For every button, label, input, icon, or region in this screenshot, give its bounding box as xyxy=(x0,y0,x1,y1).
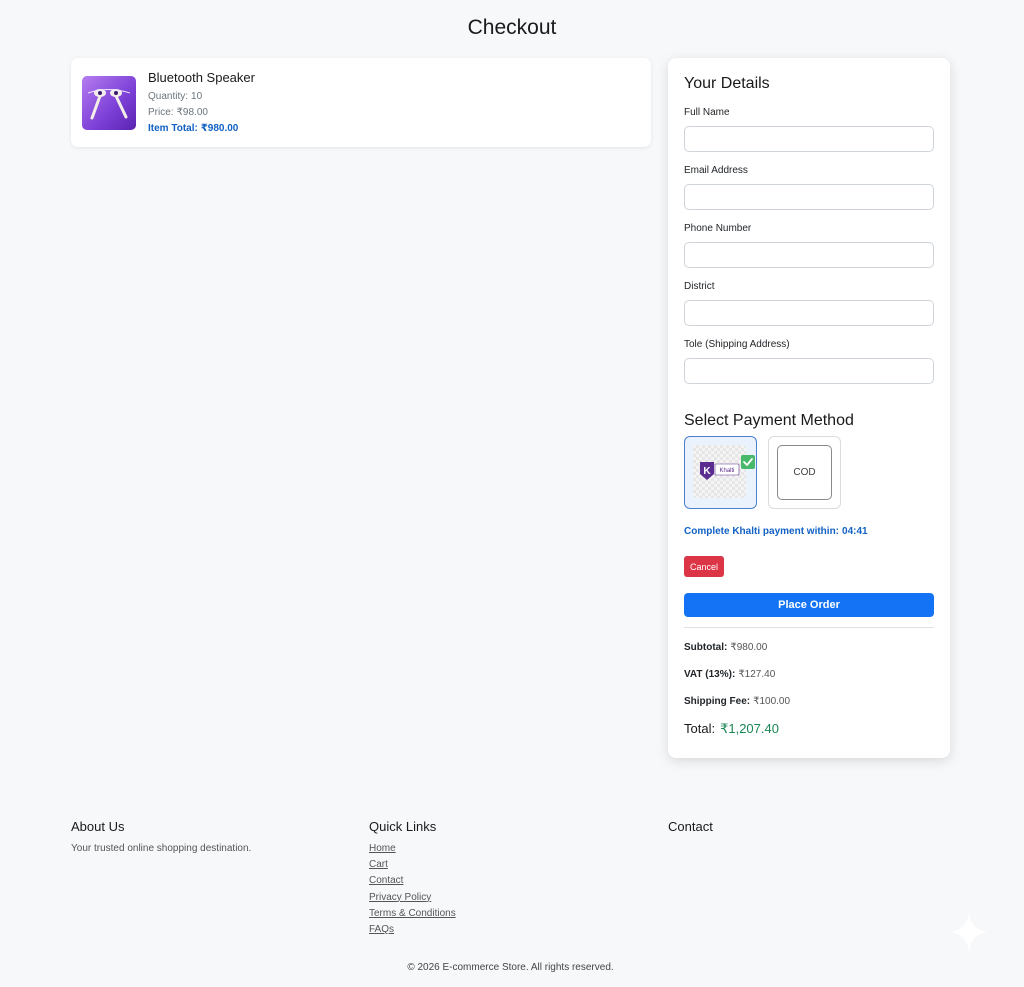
email-input[interactable] xyxy=(684,184,934,210)
khalti-wordmark: Khalti xyxy=(719,468,734,474)
email-label: Email Address xyxy=(684,165,748,176)
subtotal-row: Subtotal: ₹980.00 xyxy=(684,642,767,653)
details-heading: Your Details xyxy=(684,75,770,92)
footer-quick-links: Home Cart Contact Privacy Policy Terms &… xyxy=(369,843,456,940)
tole-label: Tole (Shipping Address) xyxy=(684,339,790,350)
district-label: District xyxy=(684,281,715,292)
product-price: Price: ₹98.00 xyxy=(148,107,208,118)
checkout-details-panel: Your Details Full Name Email Address Pho… xyxy=(668,58,950,758)
khalti-logo: K Khalti xyxy=(693,445,755,498)
sparkle-icon xyxy=(950,912,988,952)
footer-about-text: Your trusted online shopping destination… xyxy=(71,843,252,854)
phone-input[interactable] xyxy=(684,242,934,268)
item-total-label: Item Total: xyxy=(148,123,198,134)
total-row: Total: ₹1,207.40 xyxy=(684,721,779,737)
vat-row: VAT (13%): ₹127.40 xyxy=(684,669,775,680)
footer-link-home[interactable]: Home xyxy=(369,843,396,854)
item-total: Item Total: ₹980.00 xyxy=(148,123,238,134)
product-name: Bluetooth Speaker xyxy=(148,70,255,85)
shipping-value: ₹100.00 xyxy=(753,696,791,707)
product-quantity: Quantity: 10 xyxy=(148,91,202,102)
cart-item-card: Bluetooth Speaker Quantity: 10 Price: ₹9… xyxy=(71,58,651,147)
shipping-row: Shipping Fee: ₹100.00 xyxy=(684,696,790,707)
place-order-button[interactable]: Place Order xyxy=(684,593,934,617)
total-value: ₹1,207.40 xyxy=(720,721,779,736)
price-label: Price: xyxy=(148,107,174,118)
quantity-label: Quantity: xyxy=(148,91,189,102)
footer-about-heading: About Us xyxy=(71,819,125,834)
page-title: Checkout xyxy=(467,16,557,39)
khalti-brand-icon: K Khalti xyxy=(700,462,740,480)
footer-link-cart[interactable]: Cart xyxy=(369,859,388,870)
vat-label: VAT (13%): xyxy=(684,669,736,680)
subtotal-label: Subtotal: xyxy=(684,642,728,653)
full-name-label: Full Name xyxy=(684,107,730,118)
price-value: ₹98.00 xyxy=(176,107,208,118)
khalti-letter: K xyxy=(703,466,711,477)
item-total-value: ₹980.00 xyxy=(200,123,239,134)
district-input[interactable] xyxy=(684,300,934,326)
footer-link-privacy[interactable]: Privacy Policy xyxy=(369,892,431,903)
payment-option-cod[interactable]: COD xyxy=(768,436,841,509)
cod-label: COD xyxy=(777,445,832,500)
payment-option-khalti[interactable]: K Khalti xyxy=(684,436,757,509)
cancel-button[interactable]: Cancel xyxy=(684,556,724,577)
earphones-product-image xyxy=(82,76,136,130)
footer-link-contact[interactable]: Contact xyxy=(369,875,403,886)
footer-quick-links-heading: Quick Links xyxy=(369,819,437,834)
full-name-input[interactable] xyxy=(684,126,934,152)
timer-label: Complete Khalti payment within: xyxy=(684,526,840,537)
footer-link-terms[interactable]: Terms & Conditions xyxy=(369,908,456,919)
tole-input[interactable] xyxy=(684,358,934,384)
subtotal-value: ₹980.00 xyxy=(730,642,768,653)
vat-value: ₹127.40 xyxy=(738,669,776,680)
footer-link-faqs[interactable]: FAQs xyxy=(369,924,394,935)
copyright-text: © 2026 E-commerce Store. All rights rese… xyxy=(407,962,614,973)
phone-label: Phone Number xyxy=(684,223,752,234)
footer-contact-heading: Contact xyxy=(668,819,713,834)
timer-value: 04:41 xyxy=(842,526,868,537)
summary-divider xyxy=(684,627,934,628)
payment-method-heading: Select Payment Method xyxy=(684,412,854,429)
total-label: Total: xyxy=(684,721,716,736)
shipping-label: Shipping Fee: xyxy=(684,696,751,707)
khalti-timer: Complete Khalti payment within: 04:41 xyxy=(684,526,868,537)
checkmark-icon xyxy=(741,455,755,469)
quantity-value: 10 xyxy=(191,91,203,102)
